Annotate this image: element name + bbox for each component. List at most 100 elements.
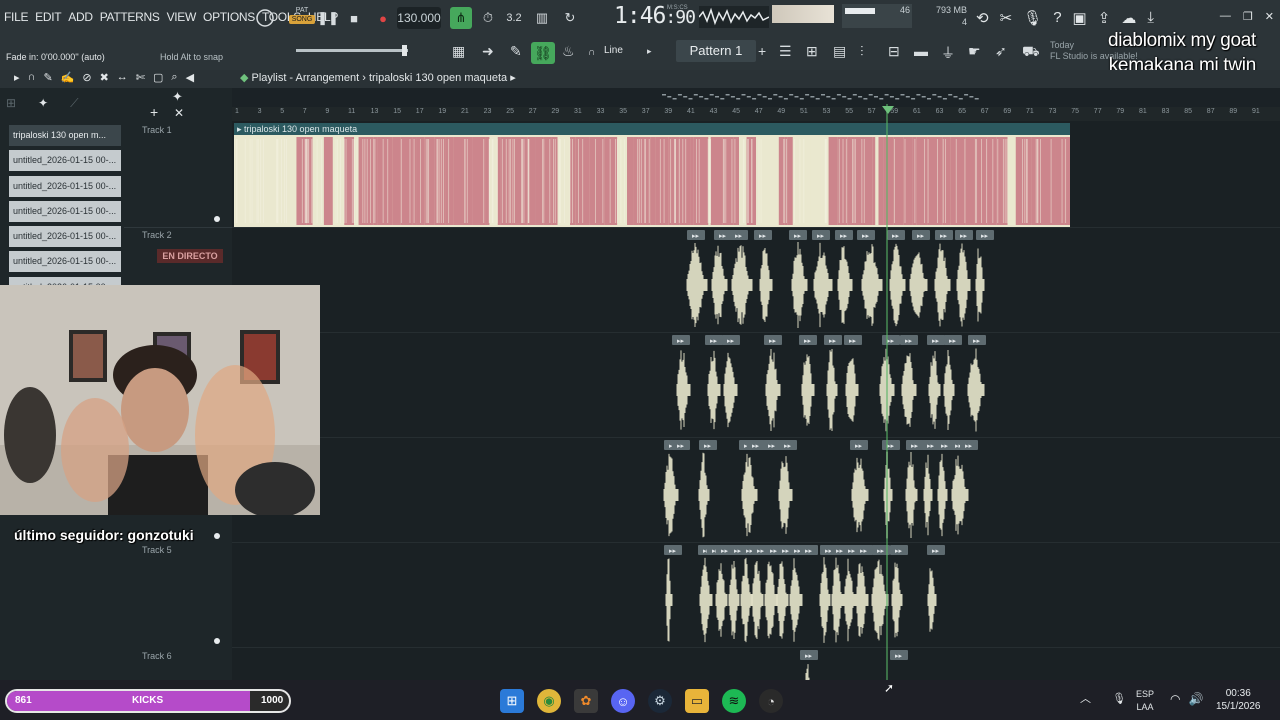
menu-patterns[interactable]: PATTERNS (100, 10, 160, 24)
file-explorer-icon[interactable]: ▭ (685, 689, 709, 713)
playhead-marker-icon[interactable] (882, 106, 894, 114)
slice-tool-icon[interactable]: ✄ (136, 71, 145, 84)
touch-icon[interactable]: ☛ (968, 43, 981, 60)
pencil-icon[interactable]: ✎ (510, 43, 522, 60)
zoom-tool-icon[interactable]: ⌕ (171, 71, 177, 84)
fl-studio-icon[interactable]: ✿ (574, 689, 598, 713)
paint-tool-icon[interactable]: ✍ (61, 71, 75, 84)
menu-view[interactable]: VIEW (167, 10, 197, 24)
loop-record-icon[interactable]: ↻ (559, 7, 581, 29)
plug-icon[interactable]: ⏚ (941, 43, 955, 63)
download-icon[interactable]: ⤓ (1147, 9, 1154, 27)
piano-roll-icon[interactable]: ▦ (452, 43, 465, 60)
pencil-tool-icon[interactable]: ✎ (43, 71, 52, 84)
chrome-icon[interactable]: ◉ (537, 689, 561, 713)
menu-add[interactable]: ADD (68, 10, 93, 24)
windows-start-icon[interactable]: ⊞ (500, 689, 524, 713)
slip-tool-icon[interactable]: ↔ (117, 71, 128, 84)
add-track-icon[interactable]: + (150, 104, 158, 120)
snap-icon[interactable]: ✦ (172, 89, 183, 105)
browser-clip-item[interactable]: untitled_2026-01-15 00-... (9, 200, 121, 222)
microphone-icon[interactable]: 🎙 (1023, 9, 1042, 27)
select-tool-icon[interactable]: ▢ (153, 71, 163, 84)
render-icon[interactable]: ⇪ (1098, 9, 1111, 27)
master-pitch-slider[interactable] (296, 49, 408, 52)
mute-tool-icon[interactable]: ✖ (100, 71, 109, 84)
minimize-icon[interactable]: — (1220, 10, 1231, 23)
timeline-ruler[interactable]: 1 3 5 7 9 11 13 15 17 19 21 23 25 27 29 31 33 35 37 39 41 43 4… (232, 107, 1280, 121)
playhead[interactable] (886, 104, 888, 680)
wifi-icon[interactable]: ◠ (1170, 692, 1180, 706)
speaker-icon[interactable]: ◀ (186, 71, 194, 84)
chat-icon[interactable]: ☁ (1121, 9, 1136, 27)
system-clock[interactable]: 00:36 15/1/2026 (1216, 687, 1261, 713)
stop-button[interactable]: ■ (343, 7, 365, 29)
track-5-label[interactable]: Track 5 (142, 545, 172, 555)
track-2-label[interactable]: Track 2 (142, 230, 172, 240)
delete-tool-icon[interactable]: ⊘ (82, 71, 91, 84)
master-volume-knob[interactable] (254, 7, 276, 29)
grid-icon[interactable]: ⊞ (6, 96, 16, 111)
spotify-icon[interactable]: ≋ (722, 689, 746, 713)
help-icon[interactable]: ? (1053, 9, 1061, 27)
browser-clip-item[interactable]: untitled_2026-01-15 00-... (9, 150, 121, 172)
wait-record-icon[interactable]: ⏱ (477, 7, 499, 29)
discord-icon[interactable]: ☺ (611, 689, 635, 713)
show-hidden-icon[interactable]: ︿ (1080, 693, 1091, 705)
snap-mode-select[interactable]: Line (604, 45, 623, 56)
obs-icon[interactable]: ◔ (759, 689, 783, 713)
channel-rack-icon[interactable]: ⊞ (806, 43, 818, 60)
pat-song-toggle[interactable]: PAT SONG (289, 6, 315, 24)
steam-icon[interactable]: ⚙ (648, 689, 672, 713)
close-picker-icon[interactable]: ✕ (174, 106, 184, 120)
audio-clip-header[interactable]: ▸ tripaloski 130 open maqueta (234, 123, 1070, 135)
link-icon[interactable]: ⛓ (531, 42, 555, 64)
song-overview[interactable] (662, 91, 982, 103)
chevron-right-icon[interactable]: ▸ (647, 46, 652, 57)
track-5-mute[interactable] (214, 638, 220, 644)
track-1-label[interactable]: Track 1 (142, 125, 172, 135)
browser-clip-item[interactable]: untitled_2026-01-15 00-... (9, 226, 121, 248)
shop-icon[interactable]: ⛟ (1022, 43, 1040, 62)
browser-clip-item[interactable]: untitled_2026-01-15 00-... (9, 251, 121, 273)
menu-file[interactable]: FILE (4, 10, 28, 24)
audio-clip-main[interactable] (234, 135, 1070, 227)
plugin-icon[interactable]: ▬ (914, 43, 928, 59)
bird-icon[interactable]: ➶ (995, 43, 1007, 60)
track-4-mute[interactable] (214, 533, 220, 539)
menu-edit[interactable]: EDIT (35, 10, 61, 24)
menu-options[interactable]: OPTIONS (203, 10, 255, 24)
magnet-icon[interactable]: ∩ (588, 47, 595, 58)
record-button[interactable]: ● (372, 7, 394, 29)
restore-icon[interactable]: ❐ (1243, 10, 1253, 23)
tempo-display[interactable]: 130.000 (397, 7, 441, 29)
slider-handle[interactable] (402, 45, 407, 56)
add-pattern-icon[interactable]: + (758, 43, 766, 59)
arrow-right-icon[interactable]: ➜ (482, 43, 494, 60)
pause-button[interactable]: ❚❚ (317, 7, 339, 29)
mixer-icon[interactable]: ⫶ (860, 43, 864, 60)
magnet-tool-icon[interactable]: ∩ (28, 71, 36, 84)
pattern-selector[interactable]: Pattern 1 (676, 40, 756, 62)
countdown-icon[interactable]: 3.2 (503, 7, 525, 29)
track-1-mute[interactable] (214, 216, 220, 222)
browser-icon[interactable]: ⊟ (888, 43, 900, 60)
playlist-icon[interactable]: ☰ (779, 43, 792, 60)
cut-icon[interactable]: ✂ (1000, 9, 1013, 27)
volume-icon[interactable]: 🔊 (1188, 692, 1203, 706)
browser-clip-item[interactable]: tripaloski 130 open m... (9, 125, 121, 146)
undo-icon[interactable]: ⟲ (976, 9, 989, 27)
save-icon[interactable]: ▣ (1073, 9, 1087, 27)
sample-clips[interactable]: ▸▸ ▸▸ ▸▸ ▸▸ ▸▸ ▸▸ ▸▸ ▸▸ ▸▸ ▸▸ ▸▸ ▸▸ ▸▸ ▸▸ ▸▸ ▸▸ ▸▸ ▸▸ ▸▸ ▸▸… (232, 227, 1280, 680)
arrow-icon[interactable]: ▸ (14, 71, 20, 84)
microphone-tray-icon[interactable]: 🎙 (1112, 693, 1126, 705)
close-icon[interactable]: ✕ (1265, 10, 1274, 23)
step-edit-icon[interactable]: ▥ (531, 7, 553, 29)
clip-icon[interactable]: ✦ (38, 96, 48, 111)
piano-icon[interactable]: ▤ (833, 43, 846, 60)
stamp-icon[interactable]: ♨ (562, 43, 575, 60)
metronome-icon[interactable]: ⋔ (450, 7, 472, 29)
wave-icon[interactable]: ⟋ (70, 96, 78, 111)
language-indicator[interactable]: ESP LAA (1136, 688, 1154, 714)
track-6-label[interactable]: Track 6 (142, 651, 172, 661)
